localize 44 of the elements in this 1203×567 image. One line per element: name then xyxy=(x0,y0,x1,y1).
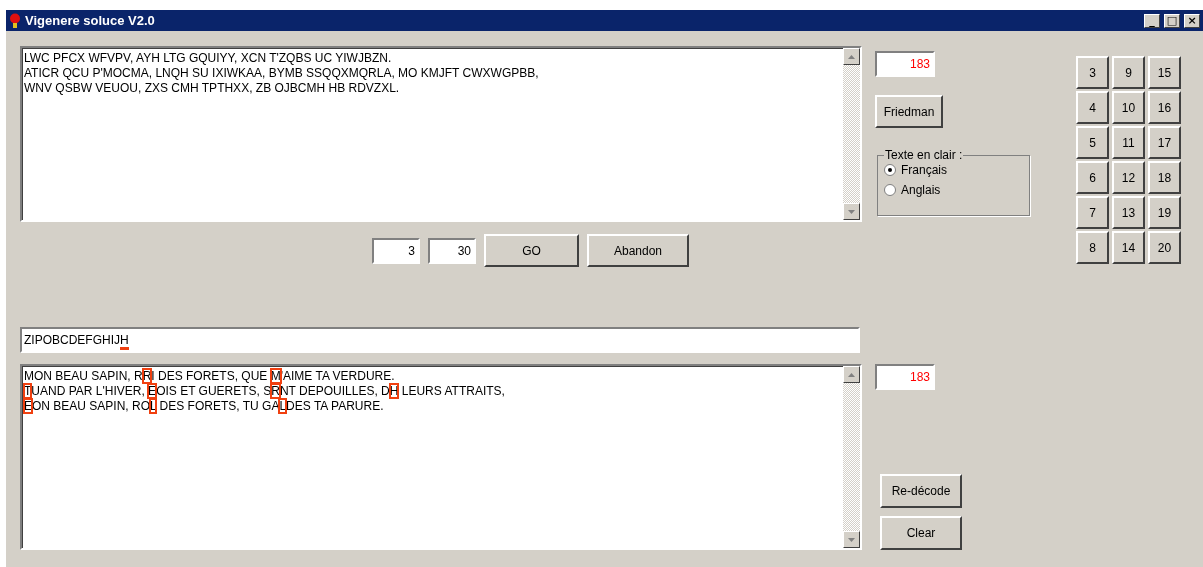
maximize-button[interactable]: □ xyxy=(1164,13,1180,28)
letter-count-field[interactable]: 183 xyxy=(875,51,935,77)
key-length-button[interactable]: 13 xyxy=(1112,196,1145,229)
abandon-button[interactable]: Abandon xyxy=(587,234,689,267)
window-title: Vigenere soluce V2.0 xyxy=(25,13,156,28)
scroll-down-button[interactable] xyxy=(843,203,860,220)
go-button[interactable]: GO xyxy=(484,234,579,267)
key-length-button[interactable]: 9 xyxy=(1112,56,1145,89)
key-length-button[interactable]: 12 xyxy=(1112,161,1145,194)
key-field[interactable]: ZIPOBCDEFGHIJH xyxy=(20,327,860,353)
key-length-button[interactable]: 10 xyxy=(1112,91,1145,124)
scroll-up-button[interactable] xyxy=(843,48,860,65)
minimize-button[interactable]: _ xyxy=(1144,13,1160,28)
key-length-button[interactable]: 3 xyxy=(1076,56,1109,89)
key-length-button[interactable]: 7 xyxy=(1076,196,1109,229)
key-length-button[interactable]: 8 xyxy=(1076,231,1109,264)
key-length-button[interactable]: 16 xyxy=(1148,91,1181,124)
range-to-field[interactable]: 30 xyxy=(428,237,476,264)
key-length-button[interactable]: 14 xyxy=(1112,231,1145,264)
close-button[interactable]: × xyxy=(1184,13,1200,28)
up-arrow-icon xyxy=(848,372,855,377)
scrollbar[interactable] xyxy=(843,366,860,548)
range-from-field[interactable]: 3 xyxy=(372,237,420,264)
scroll-down-button[interactable] xyxy=(843,531,860,548)
key-length-button[interactable]: 18 xyxy=(1148,161,1181,194)
ciphertext-area[interactable]: LWC PFCX WFVPV, AYH LTG GQUIYY, XCN T'ZQBS UC YIWJBZN. ATICR QCU P'MOCMA, LNQH SU IXIWKAA, BYMB SSQQXMQRLA, MO KMJFT CWXWGPBB, WNV QSBW VEUOU, ZXS CMH TPTHXX, ZB OJBCMH HB RDVZXL. xyxy=(20,46,862,222)
key-length-button[interactable]: 19 xyxy=(1148,196,1181,229)
key-length-button[interactable]: 20 xyxy=(1148,231,1181,264)
key-length-button[interactable]: 4 xyxy=(1076,91,1109,124)
down-arrow-icon xyxy=(848,209,855,214)
key-length-button[interactable]: 5 xyxy=(1076,126,1109,159)
lightbulb-icon xyxy=(9,12,21,29)
scroll-up-button[interactable] xyxy=(843,366,860,383)
key-length-button[interactable]: 11 xyxy=(1112,126,1145,159)
key-length-button[interactable]: 15 xyxy=(1148,56,1181,89)
down-arrow-icon xyxy=(848,537,855,542)
letter-count-field[interactable]: 183 xyxy=(875,364,935,390)
redecode-button[interactable]: Re-décode xyxy=(880,474,962,508)
friedman-button[interactable]: Friedman xyxy=(875,95,943,128)
key-length-button[interactable]: 6 xyxy=(1076,161,1109,194)
scrollbar[interactable] xyxy=(843,48,860,220)
up-arrow-icon xyxy=(848,54,855,59)
clear-button[interactable]: Clear xyxy=(880,516,962,550)
key-length-button[interactable]: 17 xyxy=(1148,126,1181,159)
